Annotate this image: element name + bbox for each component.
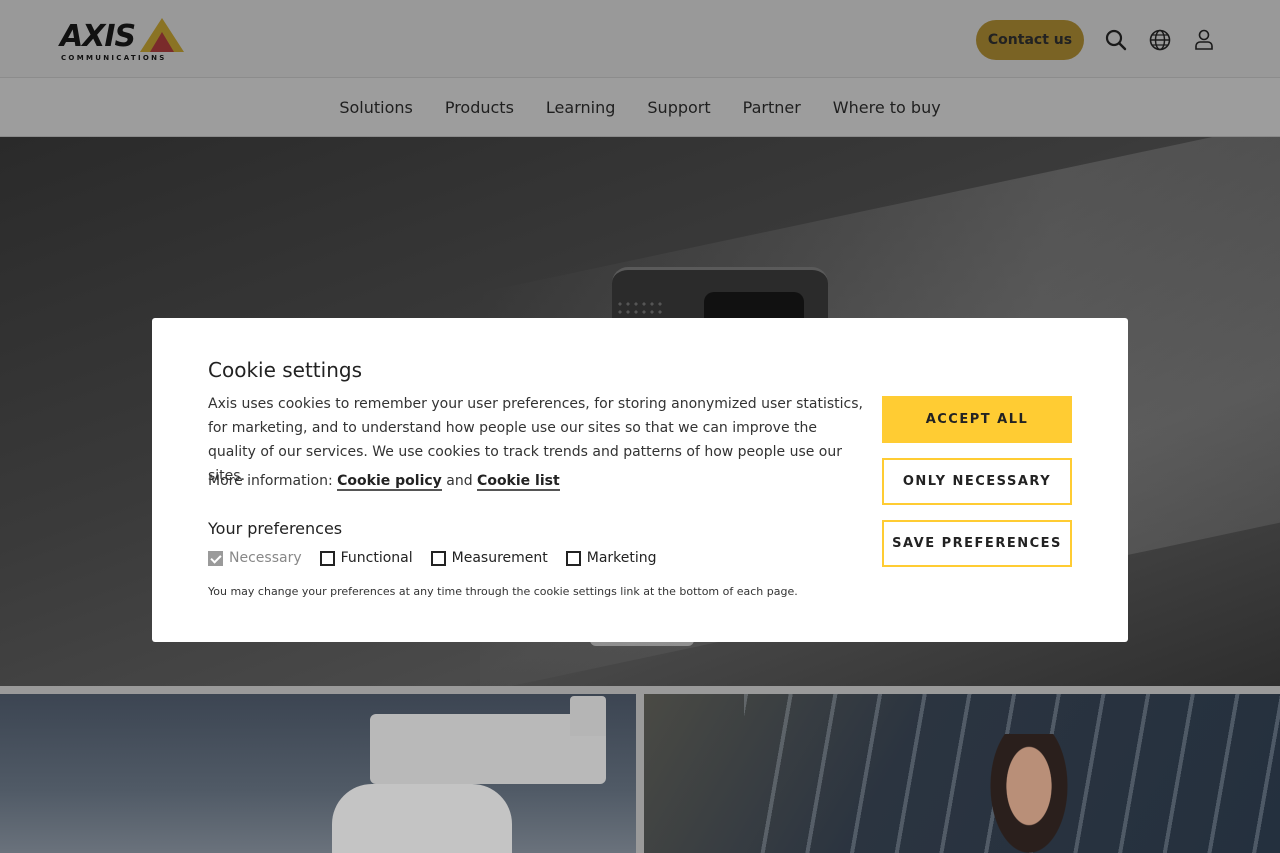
- cookie-settings-dialog: Cookie settings Axis uses cookies to rem…: [152, 318, 1128, 642]
- only-necessary-button[interactable]: ONLY NECESSARY: [882, 458, 1072, 505]
- measurement-checkbox[interactable]: [430, 550, 446, 566]
- functional-checkbox[interactable]: [319, 550, 335, 566]
- necessary-checkbox: [208, 550, 223, 566]
- preferences-list: Necessary Functional Measurement Marketi…: [208, 550, 657, 566]
- pref-label: Functional: [340, 550, 413, 566]
- cookie-list-link[interactable]: Cookie list: [477, 473, 560, 491]
- marketing-checkbox[interactable]: [565, 550, 581, 566]
- pref-label: Marketing: [586, 550, 657, 566]
- save-preferences-button[interactable]: SAVE PREFERENCES: [882, 520, 1072, 567]
- preferences-note: You may change your preferences at any t…: [208, 585, 798, 598]
- cookie-policy-link[interactable]: Cookie policy: [337, 473, 442, 491]
- pref-marketing[interactable]: Marketing: [565, 550, 657, 566]
- more-information: More information: Cookie policy and Cook…: [208, 473, 560, 491]
- more-info-prefix: More information:: [208, 473, 333, 489]
- pref-necessary: Necessary: [208, 550, 302, 566]
- preferences-title: Your preferences: [208, 519, 343, 538]
- pref-measurement[interactable]: Measurement: [430, 550, 548, 566]
- accept-all-button[interactable]: ACCEPT ALL: [882, 396, 1072, 443]
- and-text: and: [446, 473, 473, 489]
- pref-label: Measurement: [451, 550, 548, 566]
- pref-functional[interactable]: Functional: [319, 550, 413, 566]
- pref-label: Necessary: [229, 550, 302, 566]
- cookie-dialog-title: Cookie settings: [208, 358, 362, 382]
